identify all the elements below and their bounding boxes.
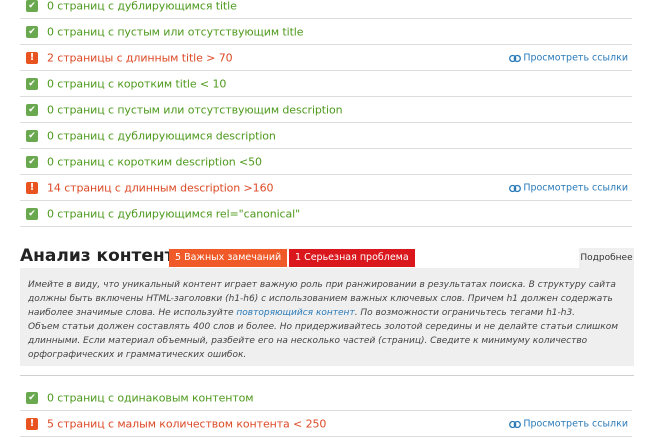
more-details-button[interactable]: Подробнее <box>579 248 634 268</box>
link-chain-icon <box>509 54 522 62</box>
check-row-label: 2 страницы с длинным title > 70 <box>47 51 233 64</box>
view-links-label: Просмотреть ссылки <box>523 182 628 193</box>
duplicate-content-link[interactable]: повторяющийся контент <box>236 308 354 318</box>
check-row-label: 0 страниц с дублирующимся title <box>47 0 237 12</box>
check-row: ✔ 0 страниц с пустым или отсутствующим ti… <box>20 19 632 45</box>
warning-exclamation-icon: ! <box>26 51 38 64</box>
check-row-label: 0 страниц с дублирующимся description <box>47 129 276 142</box>
link-chain-icon <box>509 420 522 428</box>
view-links-button[interactable]: Просмотреть ссылки <box>509 182 628 193</box>
description-text: . По возможности ограничьтесь тегами h1-… <box>354 308 576 318</box>
check-mark-icon: ✔ <box>26 155 38 168</box>
check-mark-icon: ✔ <box>26 77 38 90</box>
check-mark-icon: ✔ <box>26 0 38 12</box>
check-mark-icon: ✔ <box>26 391 38 404</box>
check-row-label: 0 страниц с дублирующимся rel="canonical… <box>47 207 301 220</box>
description-paragraph-1: Имейте в виду, что уникальный контент иг… <box>28 278 620 320</box>
link-chain-icon <box>509 184 522 192</box>
serious-problem-badge[interactable]: 1 Серьезная проблема <box>289 249 415 267</box>
check-row: ✔ 0 страниц с одинаковым контентом <box>20 385 632 411</box>
check-row-label: 0 страниц с пустым или отсутствующим tit… <box>47 25 304 38</box>
check-row: ✔ 0 страниц с пустым или отсутствующим de… <box>20 97 632 123</box>
warning-exclamation-icon: ! <box>26 417 38 430</box>
check-row-label: 5 страниц с малым количеством контента <… <box>47 417 327 430</box>
check-row-label: 0 страниц с пустым или отсутствующим des… <box>47 103 343 116</box>
check-row: ✔ 0 страниц с дублирующимся description <box>20 123 632 149</box>
check-row: ✔ 0 страниц с дублирующимся title <box>20 0 632 19</box>
view-links-label: Просмотреть ссылки <box>523 52 628 63</box>
check-row-label: 14 страниц с длинным description >160 <box>47 181 274 194</box>
view-links-label: Просмотреть ссылки <box>523 418 628 429</box>
check-mark-icon: ✔ <box>26 103 38 116</box>
check-row-label: 0 страниц с одинаковым контентом <box>47 391 254 404</box>
check-row: ✔ 0 страниц с коротким title < 10 <box>20 71 632 97</box>
check-row: ✔ 0 страниц с дублирующимся rel="canonica… <box>20 201 632 227</box>
check-row: ! 5 страниц с малым количеством контента … <box>20 411 632 437</box>
view-links-button[interactable]: Просмотреть ссылки <box>509 418 628 429</box>
content-analysis-description: Имейте в виду, что уникальный контент иг… <box>20 268 634 366</box>
view-links-button[interactable]: Просмотреть ссылки <box>509 52 628 63</box>
check-mark-icon: ✔ <box>26 207 38 220</box>
check-row: ! 14 страниц с длинным description >160 Пр… <box>20 175 632 201</box>
section-divider <box>20 375 634 376</box>
check-row: ! 2 страницы с длинным title > 70 Просмотр… <box>20 45 632 71</box>
check-row-label: 0 страниц с коротким description <50 <box>47 155 262 168</box>
description-paragraph-2: Объем статьи должен составлять 400 слов … <box>28 322 619 360</box>
important-notes-badge[interactable]: 5 Важных замечаний <box>169 249 288 267</box>
section-title: Анализ контента <box>20 246 186 266</box>
check-mark-icon: ✔ <box>26 129 38 142</box>
warning-exclamation-icon: ! <box>26 181 38 194</box>
check-row-label: 0 страниц с коротким title < 10 <box>47 77 227 90</box>
check-mark-icon: ✔ <box>26 25 38 38</box>
check-row: ✔ 0 страниц с коротким description <50 <box>20 149 632 175</box>
